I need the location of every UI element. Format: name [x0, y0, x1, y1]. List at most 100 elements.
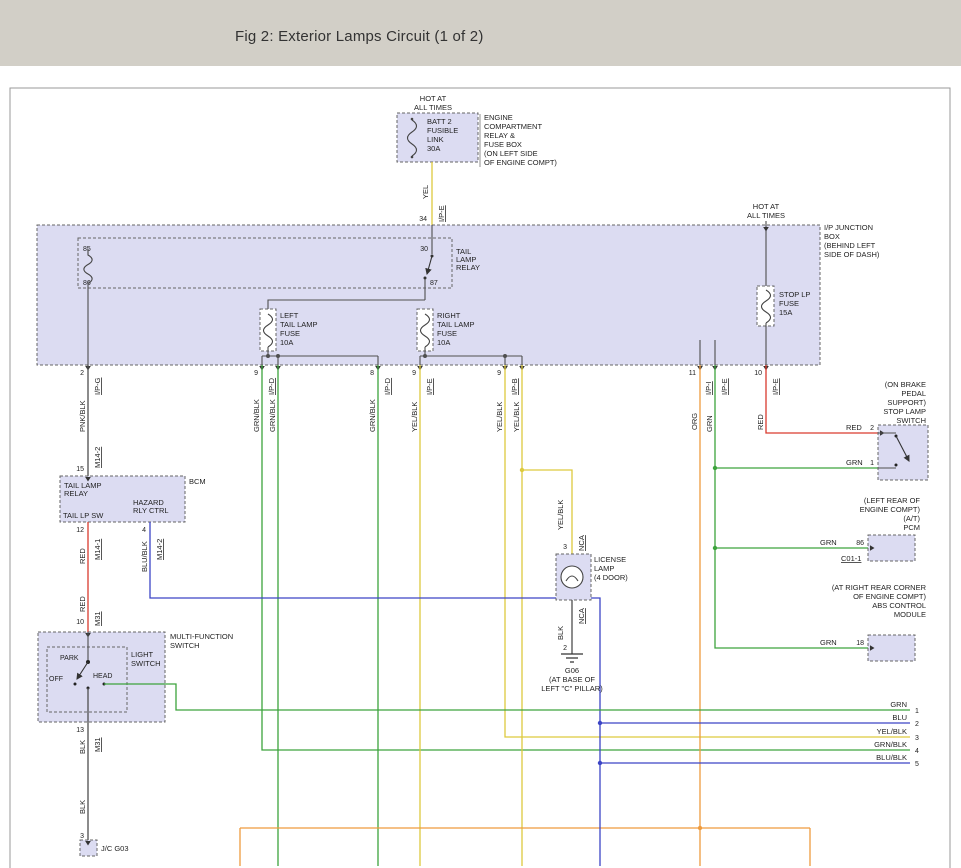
wire-color-label: GRN: [890, 700, 907, 709]
engine-fuse-box-label: FUSE BOX: [484, 140, 522, 149]
left-fuse-label: TAIL LAMP: [280, 320, 318, 329]
wire-color-label: BLU/BLK: [876, 753, 907, 762]
stop-lamp-switch-label: STOP LAMP: [883, 407, 926, 416]
relay-name-label: RELAY: [456, 263, 480, 272]
pin-number: 9: [254, 370, 258, 377]
engine-fuse-box-label: OF ENGINE COMPT): [484, 158, 557, 167]
wire-color-label: BLK: [556, 626, 565, 640]
wire-color-label: YEL/BLK: [495, 402, 504, 432]
pin-number: 34: [419, 216, 427, 223]
multi-function-switch-label: SWITCH: [170, 641, 200, 650]
pin-number: 10: [754, 370, 762, 377]
stop-lamp-switch-label: SUPPORT): [887, 398, 926, 407]
connector-label: I/P-D: [383, 377, 392, 395]
pin-number: 2: [870, 425, 874, 432]
relay-pin: 30: [420, 246, 428, 253]
right-fuse-label: FUSE: [437, 329, 457, 338]
pin-number: 4: [142, 527, 146, 534]
wire-color-label: GRN/BLK: [268, 399, 277, 432]
right-fuse-label: 10A: [437, 338, 450, 347]
abs-label: MODULE: [894, 610, 926, 619]
wire-color-label: GRN: [846, 458, 863, 467]
bcm-name-label: BCM: [189, 477, 206, 486]
junction-dot: [276, 354, 280, 358]
pin-number: 3: [563, 544, 567, 551]
pin-number: 10: [76, 619, 84, 626]
junction-dot: [423, 354, 427, 358]
fusible-link-label: 30A: [427, 144, 440, 153]
pin-number: 9: [412, 370, 416, 377]
pin-number: 1: [915, 708, 919, 715]
connector-label: I/P-I: [704, 381, 713, 395]
engine-fuse-box-label: ENGINE: [484, 113, 513, 122]
engine-fuse-box-label: RELAY &: [484, 131, 515, 140]
connector-label: I/P-E: [425, 378, 434, 395]
pin-number: 3: [80, 833, 84, 840]
bcm-inner-label: RLY CTRL: [133, 506, 169, 515]
connector-label: M31: [93, 737, 102, 752]
right-fuse-label: RIGHT: [437, 311, 461, 320]
terminal-dot: [411, 156, 414, 159]
light-switch-label: SWITCH: [131, 659, 161, 668]
abs-label: (AT RIGHT REAR CORNER: [832, 583, 927, 592]
wire-blublk: [150, 522, 910, 866]
junction-dot: [503, 354, 507, 358]
switch-contact: [895, 464, 898, 467]
connector-label: M14-1: [93, 539, 102, 560]
pin-number: 18: [856, 640, 864, 647]
wire-color-label: YEL: [421, 185, 430, 199]
junction-box-label: BOX: [824, 232, 840, 241]
abs-label: OF ENGINE COMPT): [853, 592, 926, 601]
junction-dot: [713, 546, 717, 550]
wire-yelblk-3: [522, 365, 572, 866]
left-fuse-label: LEFT: [280, 311, 299, 320]
stop-lamp-switch-label: (ON BRAKE: [885, 380, 926, 389]
switch-position-label: HEAD: [93, 673, 112, 680]
junction-box-label: I/P JUNCTION: [824, 223, 873, 232]
wire-color-label: ORG: [690, 413, 699, 430]
wire-grn-right: [715, 365, 878, 648]
hot-at-all-times-label: HOT AT: [753, 202, 780, 211]
wire-color-label: GRN: [820, 538, 837, 547]
connector-label: NCA: [577, 535, 586, 551]
stop-lamp-switch-label: SWITCH: [896, 416, 926, 425]
switch-contact: [74, 683, 77, 686]
connector-label: M14-2: [93, 447, 102, 468]
pin-number: 2: [80, 370, 84, 377]
right-tail-lamp-fuse-box: [417, 309, 433, 351]
left-fuse-label: 10A: [280, 338, 293, 347]
junction-dot: [698, 826, 702, 830]
fusible-link-label: FUSIBLE: [427, 126, 458, 135]
connector-label: C01-1: [841, 554, 861, 563]
connector-label: I/P-G: [93, 377, 102, 395]
wire-color-label: BLK: [78, 740, 87, 754]
fusible-link-label: BATT 2: [427, 117, 452, 126]
relay-pin: 87: [430, 280, 438, 287]
hot-at-all-times-label: ALL TIMES: [414, 103, 452, 112]
connector-label: I/P-E: [720, 378, 729, 395]
pin-number: 2: [563, 645, 567, 652]
junction-box-label: (BEHIND LEFT: [824, 241, 876, 250]
relay-pin: 85: [83, 246, 91, 253]
terminal-dot: [411, 118, 414, 121]
junction-dot: [520, 468, 524, 472]
wire-grn-park: [104, 684, 910, 710]
pin-number: 86: [856, 540, 864, 547]
wire-color-label: GRN/BLK: [368, 399, 377, 432]
wire-color-label: YEL/BLK: [512, 402, 521, 432]
hot-at-all-times-label: HOT AT: [420, 94, 447, 103]
wire-color-label: BLU/BLK: [140, 541, 149, 572]
wire-color-label: GRN/BLK: [874, 740, 907, 749]
junction-dot: [266, 354, 270, 358]
pcm-label: PCM: [903, 523, 920, 532]
connector-label: M14-2: [155, 539, 164, 560]
junction-dot: [713, 466, 717, 470]
pcm-label: ENGINE COMPT): [860, 505, 921, 514]
pin-number: 8: [370, 370, 374, 377]
wire-color-label: RED: [756, 414, 765, 430]
stop-lp-fuse-box: [757, 286, 774, 326]
wire-color-label: BLK: [78, 800, 87, 814]
ground-location-label: LEFT "C" PILLAR): [541, 684, 603, 693]
stop-fuse-label: 15A: [779, 308, 792, 317]
bcm-inner-label: TAIL LP SW: [63, 511, 104, 520]
